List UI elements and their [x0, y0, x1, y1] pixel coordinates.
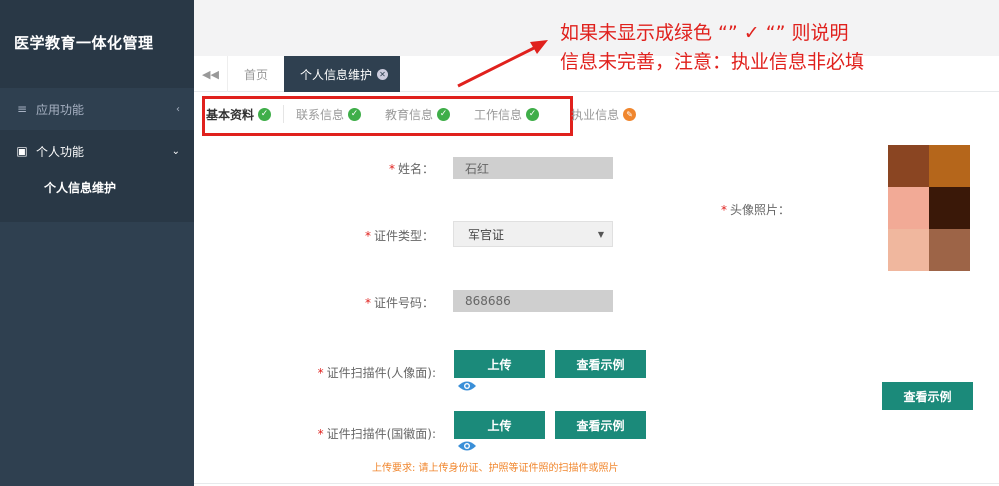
- subtab-label: 教育信息: [385, 107, 434, 122]
- id-number-label: * 证件号码：: [364, 296, 434, 310]
- eye-icon[interactable]: [457, 380, 477, 392]
- caret-down-icon: ▼: [597, 229, 604, 239]
- upload-requirement-note: 上传要求: 请上传身份证、护照等证件照的扫描件或照片: [372, 463, 619, 474]
- subtab-practice-info[interactable]: 执业信息 ✎: [571, 106, 637, 123]
- view-example-front-button[interactable]: 查看示例: [555, 350, 646, 378]
- id-type-label: * 证件类型：: [364, 229, 434, 243]
- upload-back-button[interactable]: 上传: [454, 411, 545, 439]
- subtab-label: 联系信息: [296, 107, 345, 122]
- check-icon: ✓: [348, 107, 362, 121]
- sidebar-item-app-functions[interactable]: ≡ 应用功能 ‹: [0, 88, 194, 130]
- main-content: 基本资料 ✓ 联系信息 ✓ 教育信息 ✓ 工作信息 ✓ 执业信息 ✎ * 姓名：…: [194, 92, 999, 486]
- name-label: * 姓名：: [388, 162, 434, 176]
- subtab-basic-info[interactable]: 基本资料 ✓: [206, 106, 272, 123]
- check-icon: ✓: [526, 107, 540, 121]
- edit-pencil-icon: ✎: [623, 107, 637, 121]
- upload-front-button[interactable]: 上传: [454, 350, 545, 378]
- check-icon: ✓: [437, 107, 451, 121]
- name-field[interactable]: 石红: [453, 157, 613, 179]
- subtab-contact-info[interactable]: 联系信息 ✓: [296, 106, 362, 123]
- double-chevron-left-icon: ◀◀: [202, 67, 219, 81]
- photo-label: * 头像照片：: [720, 203, 790, 217]
- chevron-left-icon: ‹: [176, 103, 180, 115]
- tab-home[interactable]: 首页: [228, 56, 284, 92]
- subtab-label: 工作信息: [474, 107, 523, 122]
- tab-label: 个人信息维护: [300, 67, 373, 82]
- sidebar-subitem-personal-info[interactable]: 个人信息维护: [0, 172, 194, 202]
- scan-back-label: * 证件扫描件(国徽面):: [317, 427, 436, 441]
- annotation-text: 如果未显示成绿色 “” ✓ “” 则说明 信息未完善，注意：执业信息非必填: [560, 19, 980, 77]
- subtab-label: 执业信息: [571, 107, 620, 122]
- chevron-down-icon: ⌄: [171, 145, 180, 157]
- subtab-label: 基本资料: [206, 107, 255, 122]
- tab-scroll-left-button[interactable]: ◀◀: [194, 56, 228, 92]
- profile-subtabs: 基本资料 ✓ 联系信息 ✓ 教育信息 ✓ 工作信息 ✓ 执业信息 ✎: [206, 100, 660, 128]
- subtab-education-info[interactable]: 教育信息 ✓: [385, 106, 451, 123]
- sidebar-group-personal: ▣ 个人功能 ⌄ 个人信息维护: [0, 130, 194, 222]
- annotation-line-2: 信息未完善，注意：执业信息非必填: [560, 51, 865, 73]
- eye-icon[interactable]: [457, 440, 477, 452]
- view-example-photo-button[interactable]: 查看示例: [882, 382, 973, 410]
- app-root: 医学教育一体化管理 ≡ 应用功能 ‹ ▣ 个人功能 ⌄ 个人信息维护 ◀◀ 首页…: [0, 0, 999, 486]
- id-type-select[interactable]: 军官证 ▼: [453, 221, 613, 247]
- id-number-field[interactable]: 868686: [453, 290, 613, 312]
- tab-personal-info[interactable]: 个人信息维护 ✕: [284, 56, 401, 92]
- subtab-work-info[interactable]: 工作信息 ✓: [474, 106, 540, 123]
- close-tab-icon[interactable]: ✕: [377, 68, 389, 80]
- id-type-value: 军官证: [468, 227, 505, 242]
- menu-icon: ≡: [16, 102, 28, 116]
- app-brand: 医学教育一体化管理: [0, 0, 194, 88]
- check-icon: ✓: [258, 107, 272, 121]
- annotation-line-1: 如果未显示成绿色 “” ✓ “” 则说明: [560, 22, 849, 44]
- sidebar-item-label: 个人功能: [36, 144, 85, 159]
- avatar-photo: [888, 145, 970, 271]
- sidebar-item-personal-functions[interactable]: ▣ 个人功能 ⌄: [0, 130, 194, 172]
- scan-front-label: * 证件扫描件(人像面):: [317, 366, 436, 380]
- id-card-icon: ▣: [16, 144, 28, 158]
- sidebar-item-label: 应用功能: [36, 102, 85, 117]
- view-example-back-button[interactable]: 查看示例: [555, 411, 646, 439]
- sidebar: 医学教育一体化管理 ≡ 应用功能 ‹ ▣ 个人功能 ⌄ 个人信息维护: [0, 0, 194, 486]
